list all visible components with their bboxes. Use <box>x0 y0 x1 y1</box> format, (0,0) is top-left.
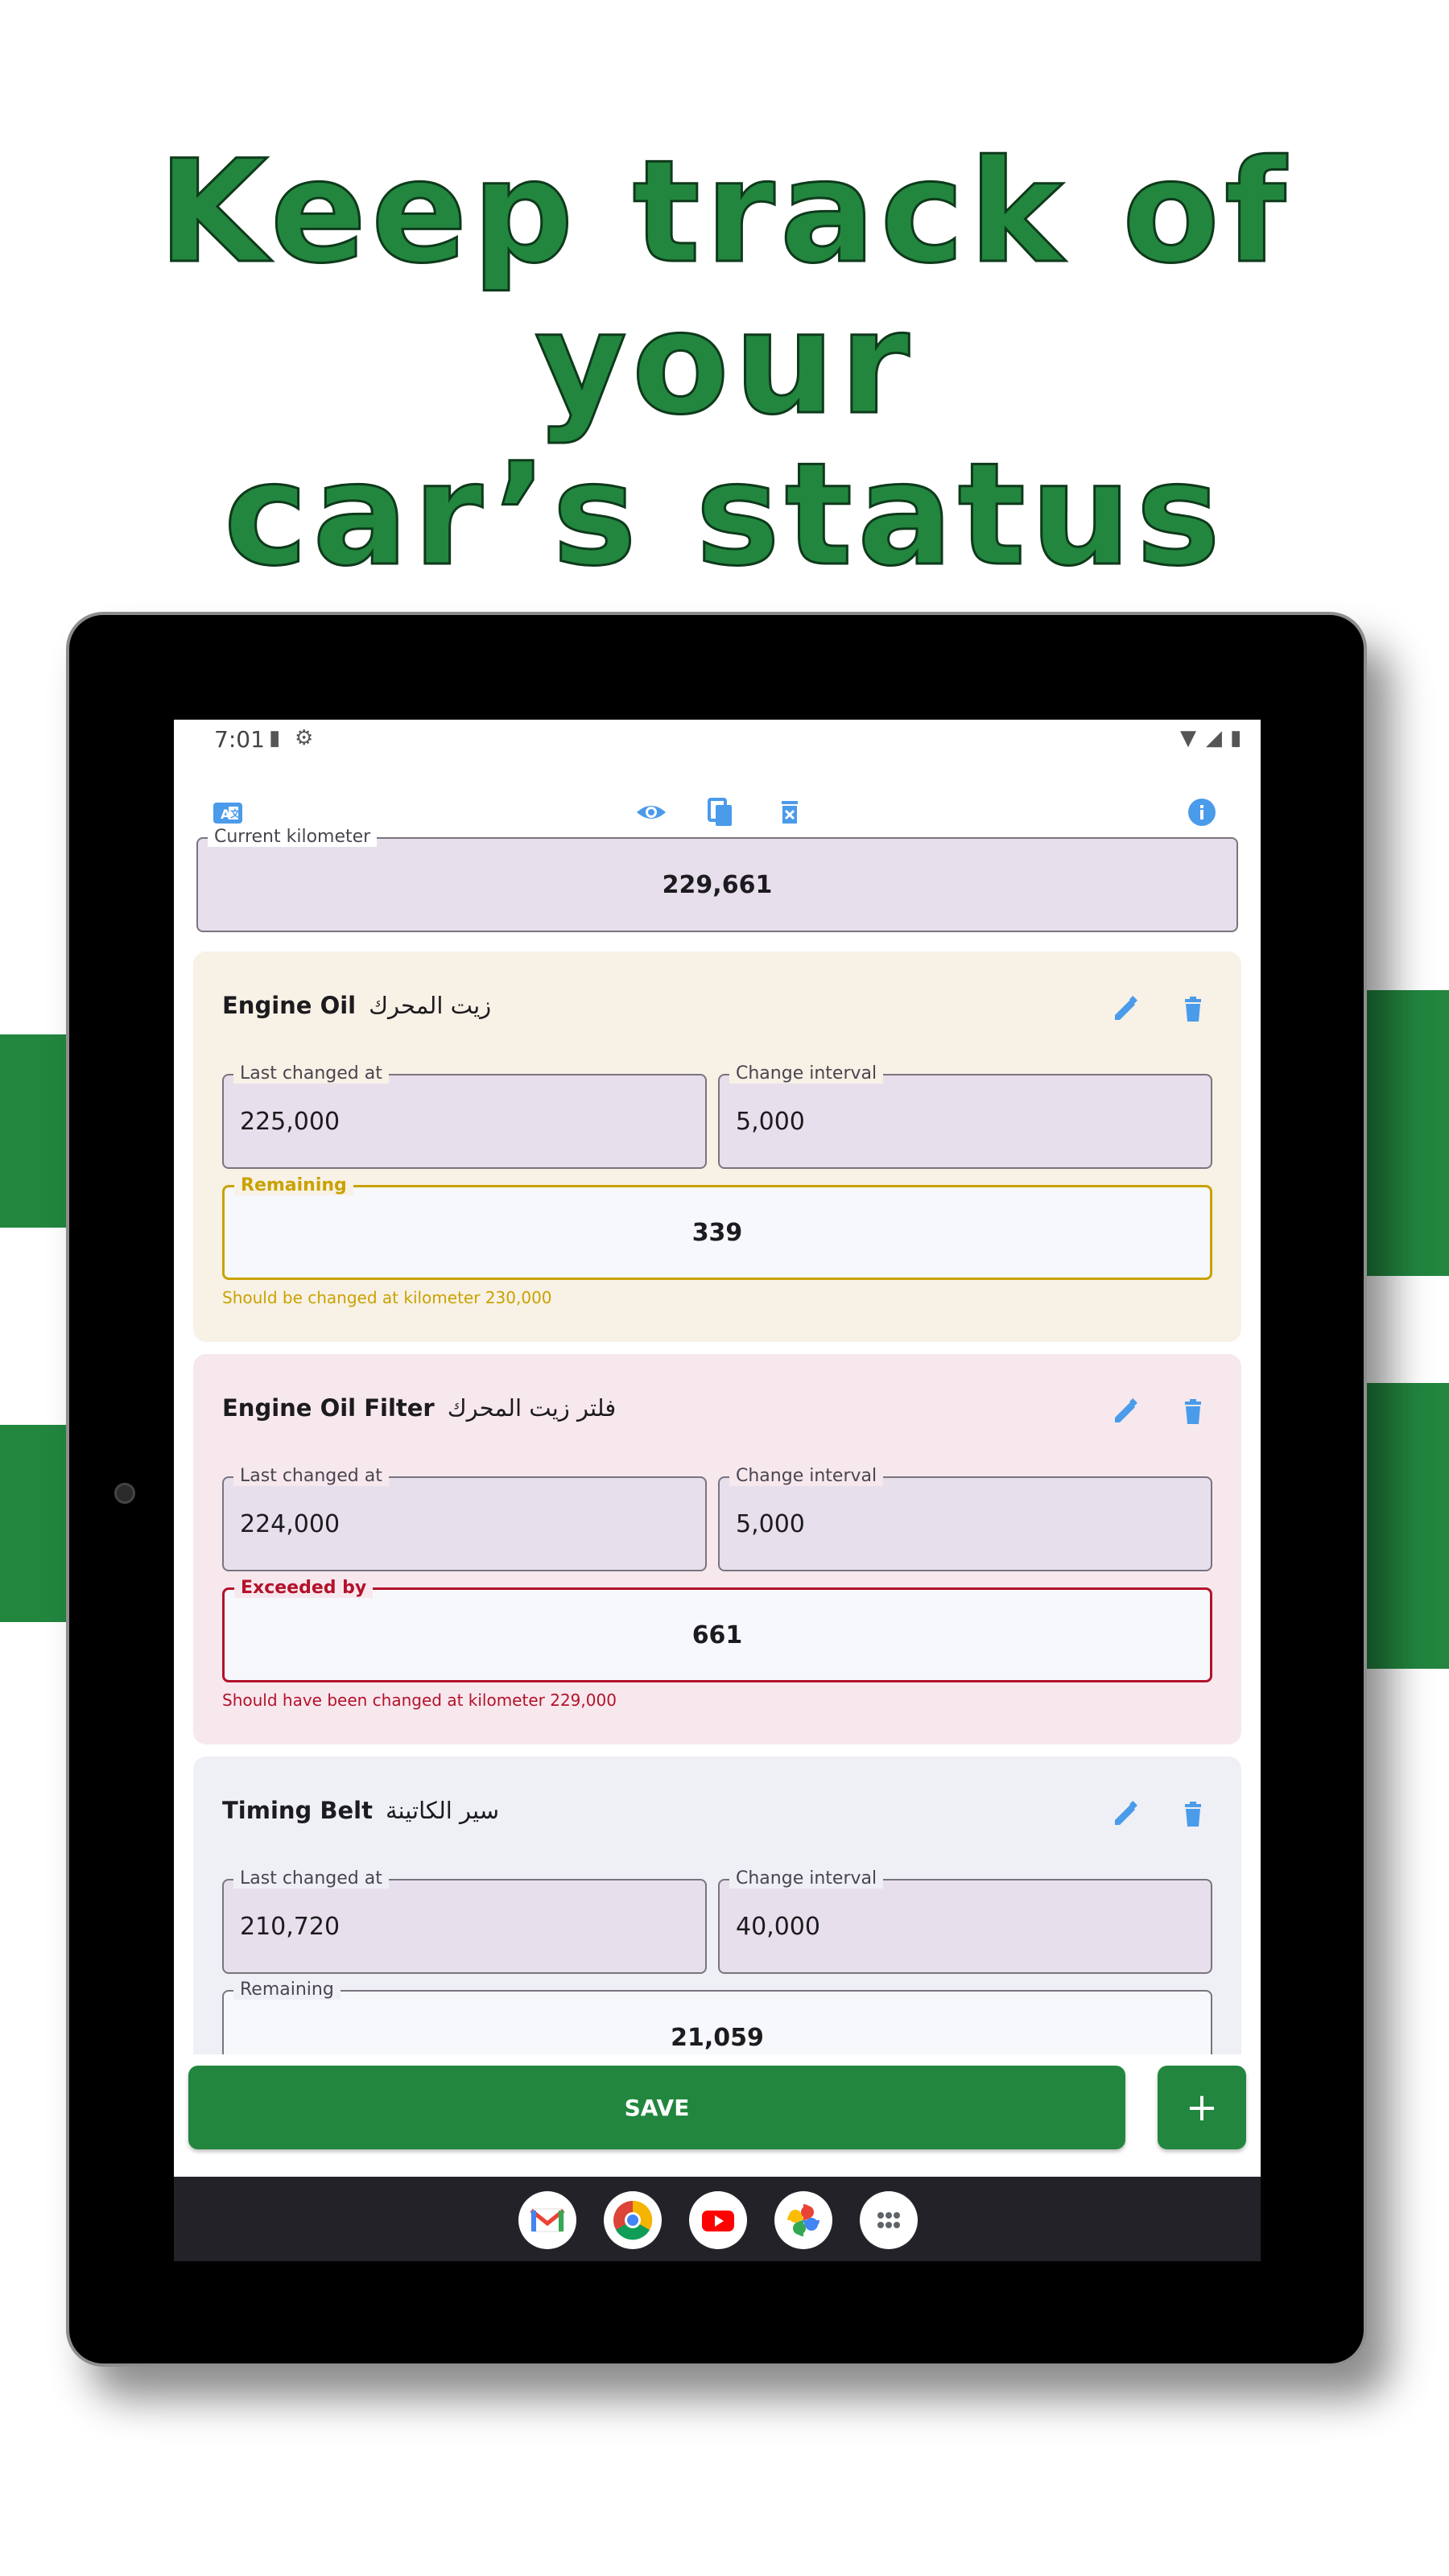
card-title-en: Engine Oil Filter <box>222 1394 435 1422</box>
delete-button[interactable] <box>1175 1797 1211 1832</box>
status-bar: 7:01 ▮ ⚙ ▼ ◢ ▮ <box>174 720 1261 757</box>
trash-icon <box>1185 1399 1201 1424</box>
last-changed-value: 224,000 <box>240 1509 341 1538</box>
app-drawer-button[interactable] <box>860 2191 918 2249</box>
delete-sweep-icon <box>782 801 798 824</box>
helper-text: Should have been changed at kilometer 22… <box>222 1690 617 1710</box>
edit-button[interactable] <box>1108 992 1143 1027</box>
maintenance-card-timing-belt: Timing Belt سير الكاتينة Last changed at … <box>193 1757 1241 2054</box>
chrome-app-button[interactable] <box>604 2191 662 2249</box>
wifi-icon: ▼ <box>1180 726 1196 750</box>
settings-gear-icon: ⚙ <box>295 726 314 750</box>
youtube-app-button[interactable] <box>689 2191 747 2249</box>
change-interval-field[interactable]: Change interval 5,000 <box>718 1063 1212 1169</box>
signal-icon: ◢ <box>1206 726 1222 750</box>
clear-button[interactable] <box>768 792 811 832</box>
headline-line-2: car’s status <box>222 432 1225 597</box>
card-title-ar: زيت المحرك <box>369 992 492 1019</box>
change-interval-value: 5,000 <box>736 1509 805 1538</box>
sim-card-icon: ▮ <box>269 726 281 750</box>
card-title: Engine Oil Filter فلتر زيت المحرك <box>222 1394 616 1422</box>
chrome-icon <box>613 2200 653 2240</box>
edit-button[interactable] <box>1108 1394 1143 1430</box>
pencil-icon <box>1115 1801 1137 1825</box>
card-title-en: Timing Belt <box>222 1797 373 1824</box>
photos-icon <box>787 2204 819 2236</box>
card-title-en: Engine Oil <box>222 992 357 1019</box>
delete-button[interactable] <box>1175 1394 1211 1430</box>
status-time: 7:01 <box>214 726 265 753</box>
change-interval-value: 5,000 <box>736 1107 805 1136</box>
pencil-icon <box>1115 1398 1137 1422</box>
save-button[interactable]: SAVE <box>188 2066 1125 2149</box>
youtube-icon <box>702 2211 734 2231</box>
gmail-app-button[interactable] <box>518 2191 576 2249</box>
copy-button[interactable] <box>699 792 742 832</box>
last-changed-field[interactable]: Last changed at 225,000 <box>222 1063 707 1169</box>
delete-button[interactable] <box>1175 992 1211 1027</box>
card-title: Timing Belt سير الكاتينة <box>222 1797 499 1824</box>
last-changed-field[interactable]: Last changed at 224,000 <box>222 1466 707 1571</box>
change-interval-field[interactable]: Change interval 40,000 <box>718 1868 1212 1974</box>
eye-icon <box>637 806 666 819</box>
app-screen: 7:01 ▮ ⚙ ▼ ◢ ▮ A 文 Current kilometer 229… <box>174 720 1261 2261</box>
headline-line-1: Keep track of your <box>157 130 1291 446</box>
remaining-value: 339 <box>691 1218 743 1247</box>
front-camera <box>114 1483 135 1504</box>
info-button[interactable] <box>1180 792 1224 832</box>
last-changed-value: 225,000 <box>240 1107 341 1136</box>
battery-icon: ▮ <box>1230 726 1242 750</box>
change-interval-value: 40,000 <box>736 1912 820 1941</box>
tablet-frame: 7:01 ▮ ⚙ ▼ ◢ ▮ A 文 Current kilometer 229… <box>66 612 1367 2367</box>
card-title-ar: فلتر زيت المحرك <box>447 1394 617 1422</box>
remaining-field: Remaining 21,059 <box>222 1979 1212 2054</box>
view-button[interactable] <box>630 792 673 832</box>
maintenance-card-engine-oil-filter: Engine Oil Filter فلتر زيت المحرك Last ch… <box>193 1354 1241 1744</box>
bottom-action-bar: SAVE + <box>174 2066 1261 2162</box>
maintenance-card-engine-oil: Engine Oil زيت المحرك Last changed at 225… <box>193 952 1241 1342</box>
trash-icon <box>1185 997 1201 1022</box>
headline: Keep track of your car’s status <box>0 130 1449 597</box>
current-kilometer-value: 229,661 <box>662 870 773 899</box>
app-grid-icon <box>877 2212 900 2228</box>
translate-icon: A 文 <box>213 803 242 824</box>
trash-icon <box>1185 1802 1201 1827</box>
card-title-ar: سير الكاتينة <box>385 1797 500 1824</box>
copy-icon <box>708 798 732 826</box>
app-dock <box>174 2177 1261 2261</box>
helper-text: Should be changed at kilometer 230,000 <box>222 1288 552 1307</box>
add-item-button[interactable]: + <box>1158 2066 1246 2149</box>
photos-app-button[interactable] <box>774 2191 832 2249</box>
svg-text:文: 文 <box>230 807 241 819</box>
current-kilometer-field[interactable]: Current kilometer 229,661 <box>196 827 1238 932</box>
pencil-icon <box>1115 996 1137 1020</box>
card-title: Engine Oil زيت المحرك <box>222 992 491 1019</box>
exceeded-field: Exceeded by 661 <box>222 1578 1212 1682</box>
maintenance-list[interactable]: Engine Oil زيت المحرك Last changed at 225… <box>174 952 1261 2054</box>
exceeded-value: 661 <box>691 1620 743 1649</box>
gmail-icon <box>530 2208 565 2232</box>
change-interval-field[interactable]: Change interval 5,000 <box>718 1466 1212 1571</box>
remaining-value: 21,059 <box>671 2023 764 2052</box>
remaining-field: Remaining 339 <box>222 1175 1212 1280</box>
last-changed-value: 210,720 <box>240 1912 341 1941</box>
info-icon <box>1188 799 1216 826</box>
edit-button[interactable] <box>1108 1797 1143 1832</box>
last-changed-field[interactable]: Last changed at 210,720 <box>222 1868 707 1974</box>
